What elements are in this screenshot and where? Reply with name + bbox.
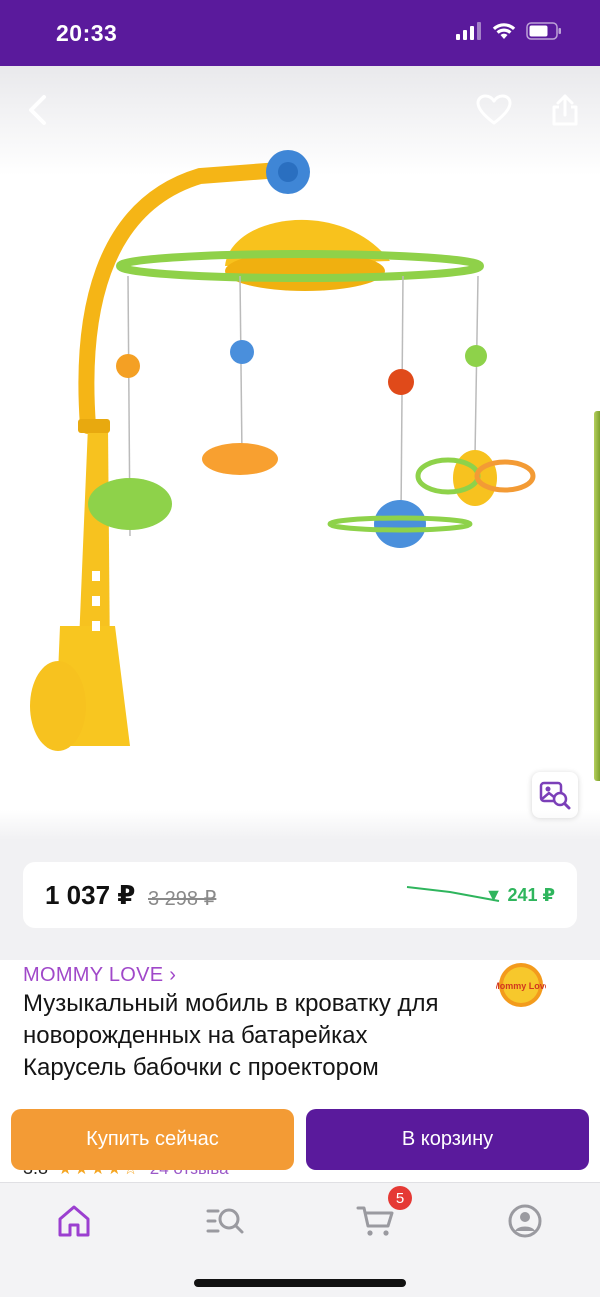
- catalog-search-icon: [206, 1208, 244, 1234]
- status-time: 20:33: [56, 20, 118, 46]
- share-button[interactable]: [545, 90, 585, 130]
- favorite-button[interactable]: [474, 90, 514, 130]
- product-image-gallery[interactable]: [0, 66, 600, 840]
- price-card[interactable]: 1 037 ₽ 3 298 ₽ ▼ 241 ₽: [23, 862, 577, 928]
- buy-now-button[interactable]: Купить сейчас: [11, 1109, 294, 1170]
- profile-icon: [508, 1204, 542, 1238]
- signal-icon: [456, 22, 481, 40]
- cart-count-badge: 5: [388, 1186, 412, 1210]
- cart-icon: [356, 1206, 394, 1236]
- wifi-icon: [492, 23, 516, 39]
- share-icon: [552, 94, 578, 126]
- product-title: Музыкальный мобиль в кроватку для новоро…: [23, 990, 439, 1081]
- price-current: 1 037 ₽: [45, 880, 136, 910]
- brand-link[interactable]: MOMMY LOVE ›: [23, 964, 176, 987]
- status-icons: [456, 22, 562, 40]
- price-drop: ▼ 241 ₽: [484, 885, 555, 905]
- tab-profile[interactable]: [503, 1199, 547, 1243]
- home-indicator: [194, 1279, 406, 1287]
- price-old: 3 298 ₽: [148, 888, 217, 910]
- heart-icon: [476, 94, 512, 125]
- tab-catalog[interactable]: [203, 1199, 247, 1243]
- product-image: [30, 150, 536, 751]
- add-to-cart-button[interactable]: В корзину: [306, 1109, 589, 1170]
- brand-logo[interactable]: Mommy Love: [496, 962, 546, 1008]
- svg-text:Mommy Love: Mommy Love: [496, 981, 546, 991]
- back-button[interactable]: [18, 90, 58, 130]
- chevron-left-icon: [29, 95, 46, 125]
- status-bar: 20:33: [0, 0, 600, 66]
- home-icon: [58, 1205, 90, 1237]
- battery-icon: [526, 22, 561, 40]
- tab-home[interactable]: [52, 1199, 96, 1243]
- image-search-icon: [539, 781, 571, 810]
